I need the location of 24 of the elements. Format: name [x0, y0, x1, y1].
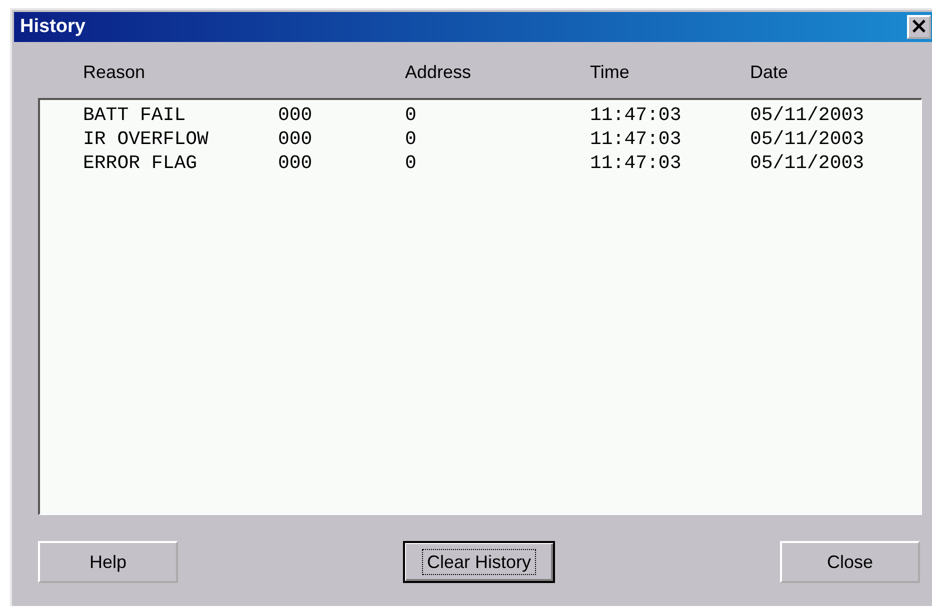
table-cell: 11:47:03: [590, 127, 682, 151]
table-cell: 05/11/2003: [750, 127, 864, 151]
table-cell: 0: [405, 127, 416, 151]
table-cell: 000: [278, 127, 312, 151]
table-cell: 000: [278, 151, 312, 175]
table-cell: 11:47:03: [590, 151, 682, 175]
column-header: Address: [405, 62, 472, 83]
dialog-button[interactable]: Close: [780, 541, 920, 583]
window-title: History: [20, 16, 86, 38]
dialog-button[interactable]: Help: [38, 541, 178, 583]
table-cell: IR OVERFLOW: [83, 127, 208, 151]
column-header: Time: [590, 62, 630, 83]
column-header: Date: [750, 62, 788, 83]
table-cell: 0: [405, 103, 416, 127]
close-button[interactable]: ×: [907, 15, 931, 39]
dialog-button[interactable]: Clear History: [403, 541, 555, 583]
table-cell: BATT FAIL: [83, 103, 186, 127]
column-header: Reason: [83, 62, 146, 83]
table-cell: ERROR FLAG: [83, 151, 198, 175]
table-cell: 0: [405, 151, 416, 175]
table-cell: 05/11/2003: [750, 103, 864, 127]
table-cell: 05/11/2003: [750, 151, 864, 175]
table-cell: 000: [278, 103, 312, 127]
table-cell: 11:47:03: [590, 103, 682, 127]
